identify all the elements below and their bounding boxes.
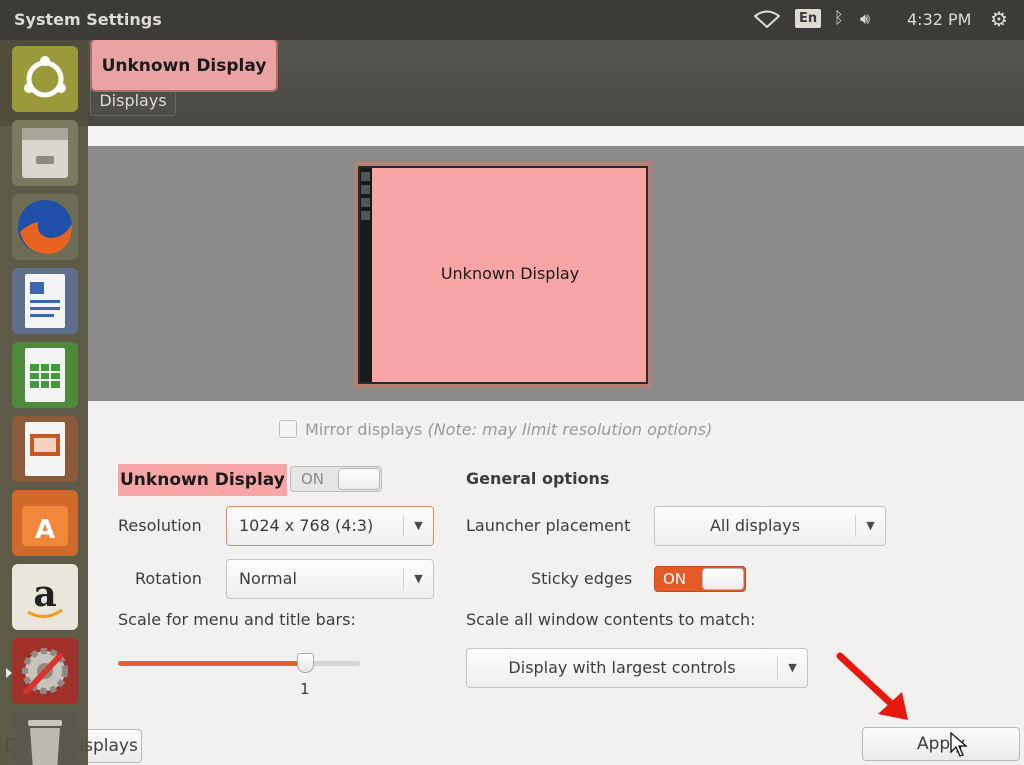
sticky-edges-toggle-text: ON [663, 570, 687, 588]
scale-all-value: Display with largest controls [508, 658, 736, 677]
impress-icon[interactable] [12, 416, 78, 482]
mirror-displays-checkbox[interactable] [279, 420, 297, 438]
session-gear-icon[interactable]: ⚙ [990, 7, 1008, 31]
chevron-down-icon: ▼ [403, 568, 433, 590]
svg-text:a: a [33, 573, 56, 615]
launcher-tooltip: Unknown Display [90, 38, 278, 92]
scale-all-label: Scale all window contents to match: [466, 610, 756, 629]
scale-all-dropdown[interactable]: Display with largest controls ▼ [466, 648, 808, 688]
system-settings-icon[interactable] [12, 638, 78, 704]
software-center-icon[interactable]: A [12, 490, 78, 556]
keyboard-layout-indicator[interactable]: En [795, 9, 822, 28]
display-power-toggle[interactable]: ON [290, 466, 382, 492]
chevron-down-icon: ▼ [403, 515, 433, 537]
bluetooth-icon[interactable]: ᛒ [834, 8, 844, 27]
content-gap [0, 126, 1024, 146]
monitor-preview[interactable]: Unknown Display [358, 166, 648, 384]
active-app-indicator [6, 668, 12, 678]
sticky-edges-label: Sticky edges [531, 569, 633, 588]
resolution-value: 1024 x 768 (4:3) [239, 516, 374, 535]
scale-slider-value: 1 [300, 680, 310, 698]
top-panel: System Settings En ᛒ 🔊︎ 4:32 PM ⚙ [0, 0, 1024, 40]
red-arrow-icon [836, 652, 908, 720]
chevron-down-icon: ▼ [855, 515, 885, 537]
monitor-preview-label: Unknown Display [440, 264, 580, 283]
resolution-label: Resolution [118, 516, 202, 535]
trash-icon[interactable] [12, 712, 78, 765]
rotation-value: Normal [239, 569, 297, 588]
volume-icon[interactable]: 🔊︎ [860, 9, 870, 29]
ubuntu-icon[interactable] [12, 46, 78, 112]
toggle-knob [702, 568, 744, 590]
launcher-placement-label: Launcher placement [466, 516, 631, 535]
launcher-placement-value: All displays [709, 516, 801, 535]
toggle-knob [338, 468, 380, 490]
scale-slider-handle[interactable] [297, 653, 314, 673]
scale-menu-label: Scale for menu and title bars: [118, 610, 356, 629]
rotation-dropdown[interactable]: Normal ▼ [226, 559, 434, 599]
mouse-cursor-icon [950, 732, 968, 757]
chevron-down-icon: ▼ [777, 657, 807, 679]
general-options-heading: General options [466, 469, 610, 488]
clock[interactable]: 4:32 PM [907, 10, 971, 29]
display-power-toggle-text: ON [301, 470, 325, 488]
apply-button[interactable]: Apply [862, 727, 1020, 761]
scale-slider-track[interactable] [118, 661, 360, 666]
app-title: System Settings [14, 10, 162, 29]
calc-icon[interactable] [12, 342, 78, 408]
mirror-displays-note: (Note: may limit resolution options) [427, 420, 713, 439]
launcher-placement-dropdown[interactable]: All displays ▼ [654, 506, 886, 546]
writer-icon[interactable] [12, 268, 78, 334]
svg-text:A: A [35, 515, 55, 545]
display-name-label: Unknown Display [118, 464, 287, 496]
amazon-icon[interactable]: a [12, 564, 78, 630]
firefox-icon[interactable] [12, 194, 78, 260]
scale-slider-fill [118, 661, 305, 666]
file-manager-icon[interactable] [12, 120, 78, 186]
mirror-displays-option[interactable]: Mirror displays (Note: may limit resolut… [279, 420, 712, 439]
mirror-displays-label: Mirror displays [305, 420, 423, 439]
unity-launcher: A a [0, 40, 88, 765]
sticky-edges-toggle[interactable]: ON [654, 566, 746, 592]
wifi-icon[interactable] [754, 10, 780, 28]
resolution-dropdown[interactable]: 1024 x 768 (4:3) ▼ [226, 506, 434, 546]
rotation-label: Rotation [135, 569, 202, 588]
